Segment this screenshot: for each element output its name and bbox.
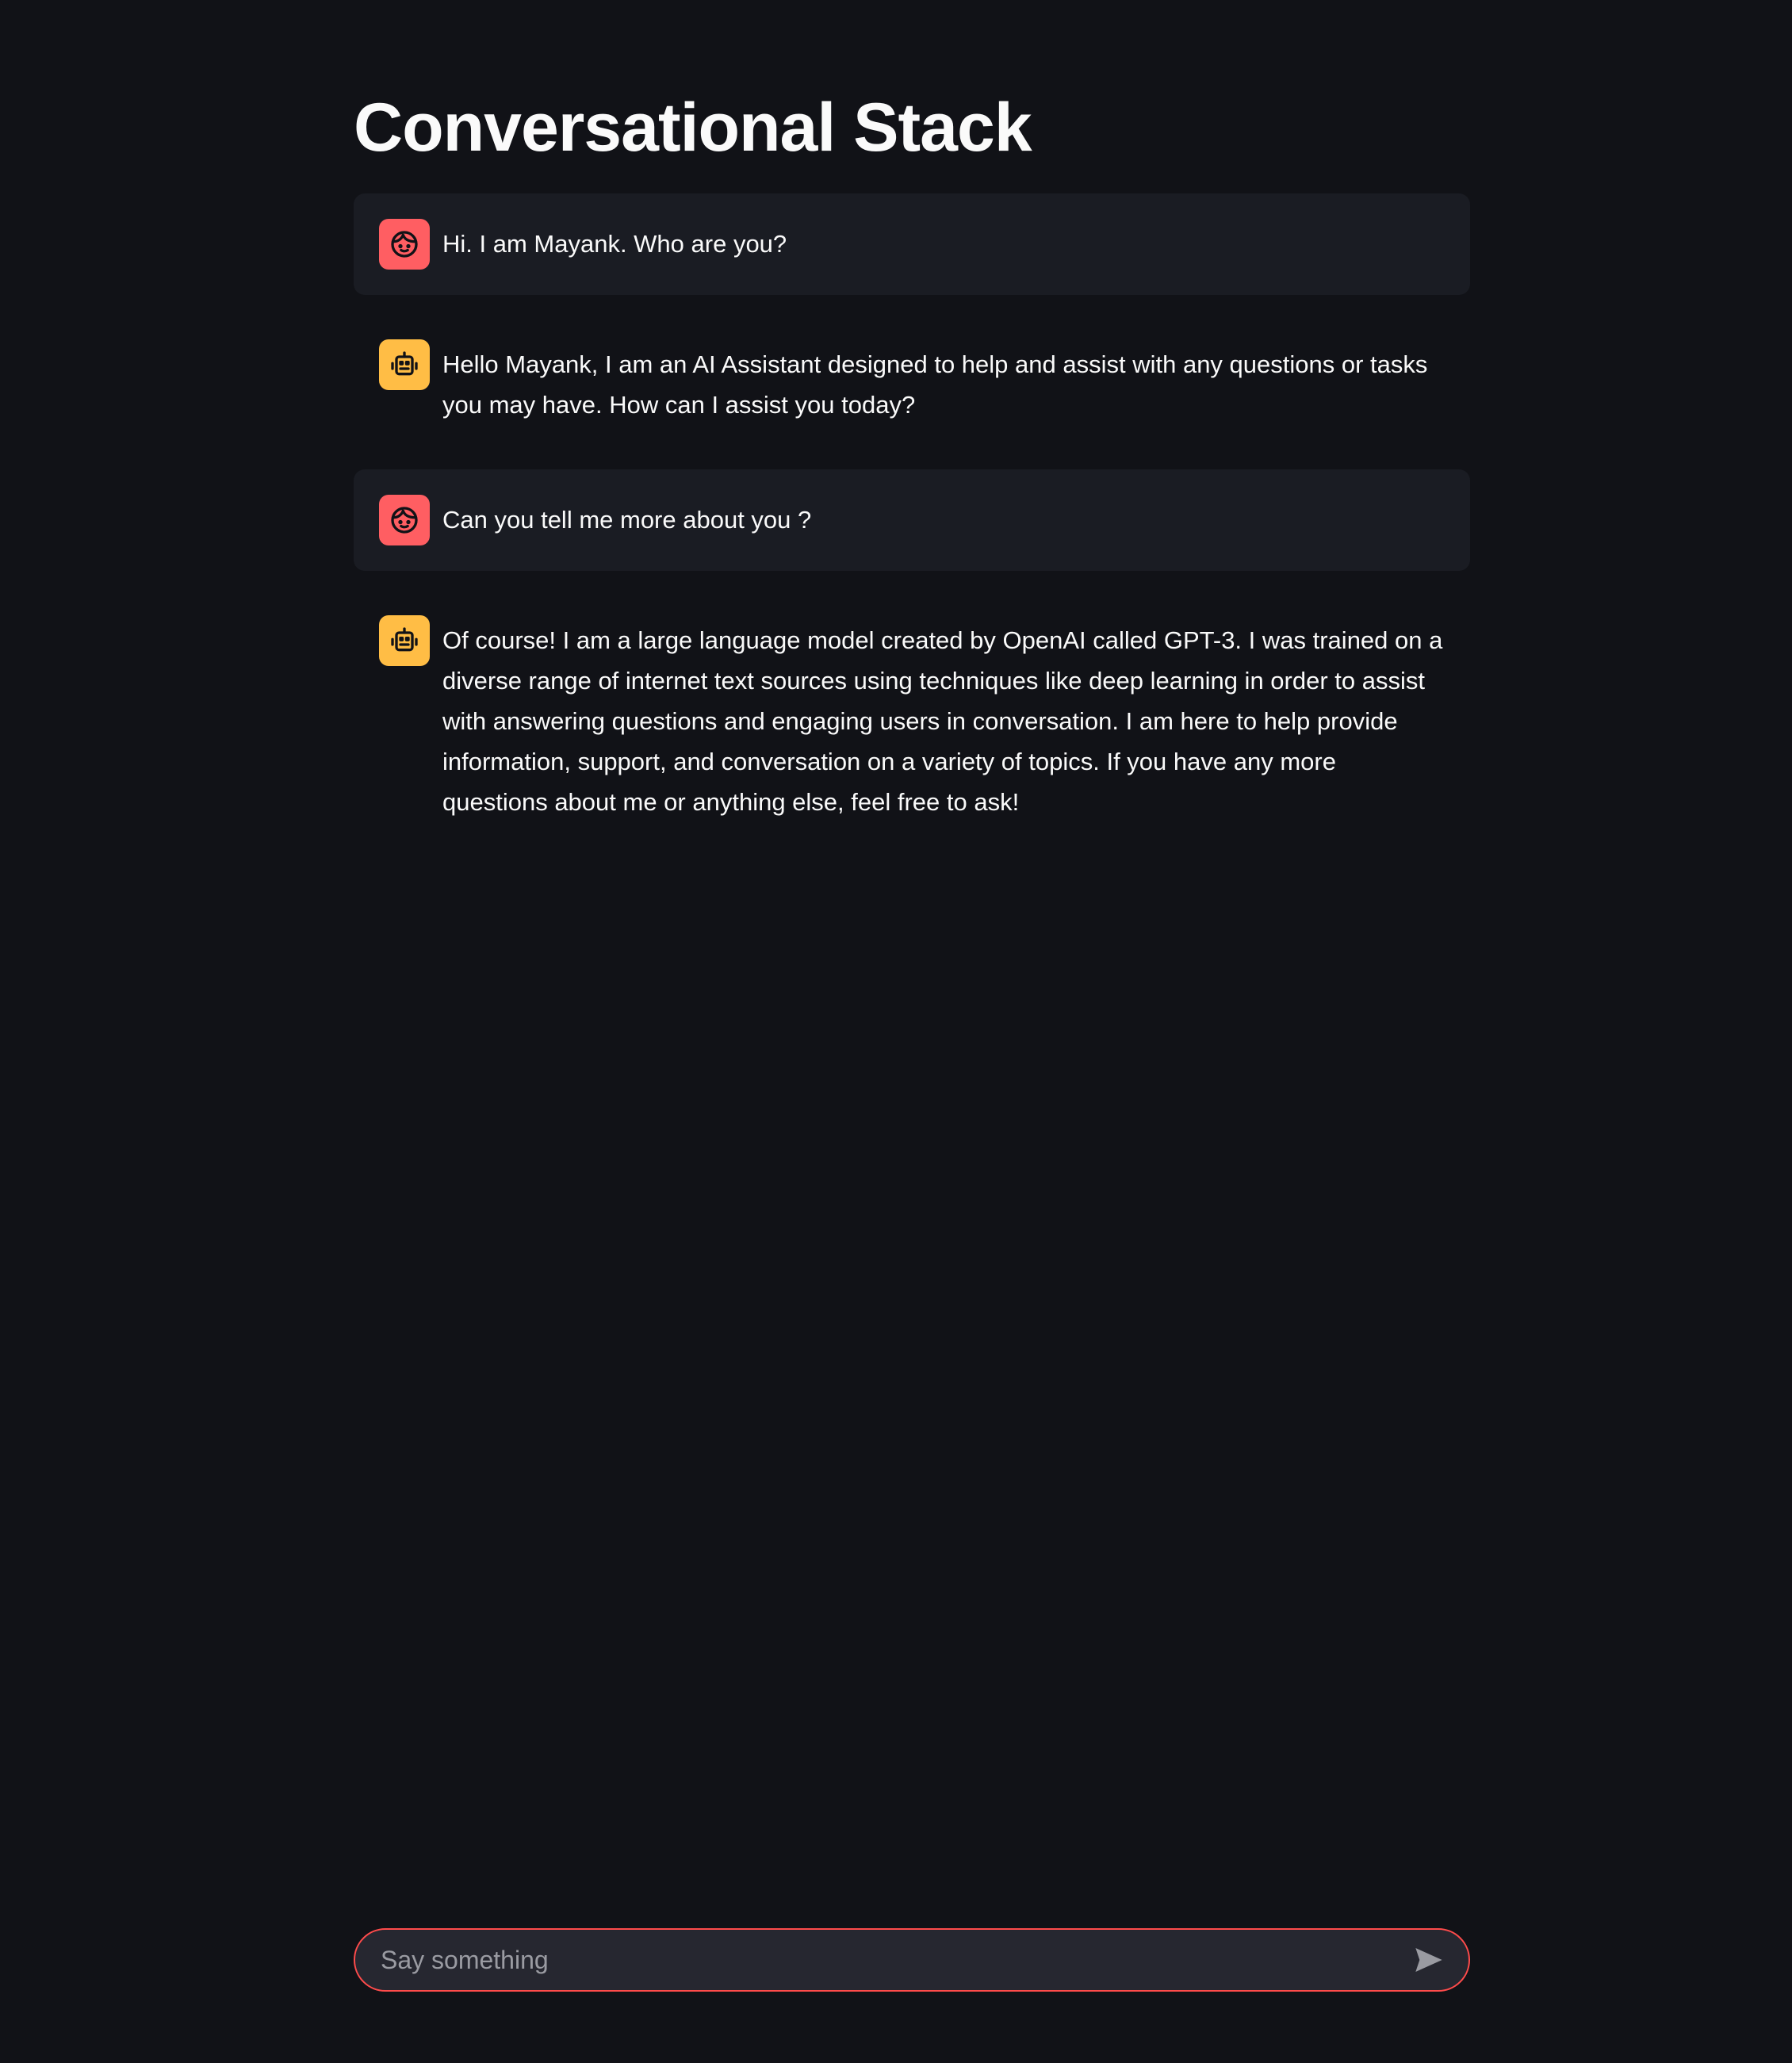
send-button[interactable]: [1403, 1935, 1454, 1985]
chat-input-bar: [354, 1928, 1470, 1992]
chat-message-assistant: Of course! I am a large language model c…: [354, 590, 1470, 848]
chat-messages: Hi. I am Mayank. Who are you? Hello Maya…: [354, 193, 1470, 848]
message-text: Hello Mayank, I am an AI Assistant desig…: [442, 350, 1428, 419]
message-text: Can you tell me more about you ?: [442, 506, 812, 534]
assistant-avatar: [379, 615, 430, 666]
user-face-icon: [391, 507, 418, 534]
page-title: Conversational Stack: [354, 90, 1032, 166]
chat-input-field[interactable]: [355, 1935, 1403, 1985]
user-face-icon: [391, 231, 418, 258]
user-avatar: [379, 495, 430, 545]
message-text: Hi. I am Mayank. Who are you?: [442, 230, 787, 258]
robot-icon: [391, 351, 418, 376]
robot-icon: [391, 627, 418, 652]
chat-message-user: Hi. I am Mayank. Who are you?: [354, 193, 1470, 295]
user-avatar: [379, 219, 430, 270]
chat-message-user: Can you tell me more about you ?: [354, 469, 1470, 571]
chat-message-assistant: Hello Mayank, I am an AI Assistant desig…: [354, 314, 1470, 450]
send-icon: [1415, 1948, 1442, 1972]
app-page: Conversational Stack Hi. I am Mayank. Wh…: [0, 0, 1792, 2063]
assistant-avatar: [379, 339, 430, 390]
message-text: Of course! I am a large language model c…: [442, 626, 1443, 816]
main-container: Conversational Stack Hi. I am Mayank. Wh…: [354, 0, 1470, 867]
